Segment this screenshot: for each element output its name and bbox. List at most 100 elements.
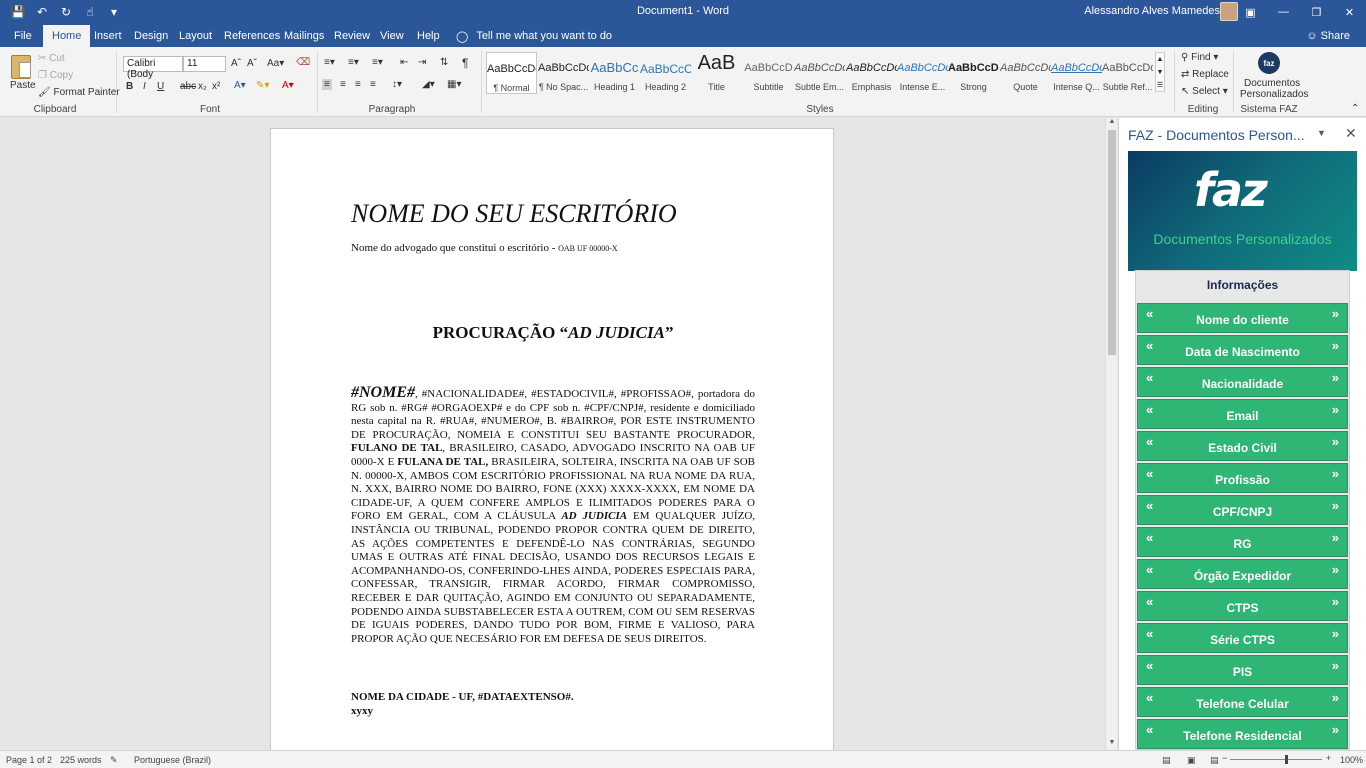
lawyer-line[interactable]: Nome do advogado que constitui o escritó…	[351, 242, 618, 254]
cut-button[interactable]: ✂ Cut	[38, 53, 65, 64]
field-data-de-nascimento[interactable]: «Data de Nascimento»	[1137, 335, 1348, 365]
styles-scroll[interactable]: ▲ ▼ ☰	[1155, 52, 1165, 92]
decrease-indent-icon[interactable]: ⇤	[400, 57, 408, 68]
web-layout-icon[interactable]: ▤	[1210, 755, 1219, 766]
grow-font-icon[interactable]: Aˆ	[231, 58, 241, 69]
tab-design[interactable]: Design	[134, 27, 168, 45]
tab-layout[interactable]: Layout	[179, 27, 212, 45]
style-title[interactable]: AaB Title	[691, 52, 742, 94]
page-count[interactable]: Page 1 of 2	[6, 755, 52, 765]
documentos-button[interactable]: Documentos	[1244, 78, 1300, 89]
style-intense-emphasis[interactable]: AaBbCcDc Intense E...	[897, 52, 948, 94]
share-button[interactable]: ☺ Share	[1306, 30, 1350, 42]
language[interactable]: Portuguese (Brazil)	[134, 755, 211, 765]
field-nome-do-cliente[interactable]: «Nome do cliente»	[1137, 303, 1348, 333]
sort-icon[interactable]: ⇅	[440, 57, 448, 68]
paste-icon[interactable]	[11, 55, 31, 79]
city-date-line[interactable]: NOME DA CIDADE - UF, #DATAEXTENSO#.	[351, 691, 574, 703]
align-right-icon[interactable]: ≡	[355, 79, 361, 90]
zoom-level[interactable]: 100%	[1340, 755, 1363, 765]
tab-help[interactable]: Help	[417, 27, 440, 45]
style-subtle-reference[interactable]: AaBbCcDc Subtle Ref...	[1102, 52, 1153, 94]
scroll-up-icon[interactable]: ▲	[1106, 118, 1118, 128]
tab-insert[interactable]: Insert	[94, 27, 122, 45]
word-count[interactable]: 225 words	[60, 755, 102, 765]
scroll-thumb[interactable]	[1108, 130, 1116, 355]
align-left-icon[interactable]: ≡	[322, 79, 332, 90]
scroll-down-icon[interactable]: ▼	[1106, 739, 1118, 749]
find-button[interactable]: ⚲ Find ▾	[1181, 52, 1218, 63]
clear-formatting-icon[interactable]: ⌫	[296, 57, 310, 68]
field-serie-ctps[interactable]: «Série CTPS»	[1137, 623, 1348, 653]
collapse-ribbon-icon[interactable]: ⌃	[1351, 103, 1359, 114]
field-rg[interactable]: «RG»	[1137, 527, 1348, 557]
format-painter-button[interactable]: 🖌 Format Painter	[38, 87, 120, 98]
document-page[interactable]: NOME DO SEU ESCRITÓRIO Nome do advogado …	[270, 128, 834, 750]
font-name-box[interactable]: Calibri (Body	[123, 56, 183, 80]
style-strong[interactable]: AaBbCcDc Strong	[948, 52, 999, 94]
pilcrow-icon[interactable]: ¶	[462, 56, 468, 70]
zoom-slider[interactable]	[1230, 759, 1322, 760]
style-subtle-emphasis[interactable]: AaBbCcDc Subtle Em...	[794, 52, 845, 94]
procuracao-title[interactable]: PROCURAÇÃO “AD JUDICIA”	[271, 323, 835, 343]
bullets-icon[interactable]: ≡▾	[324, 57, 335, 68]
vertical-scrollbar[interactable]: ▲ ▼	[1105, 118, 1117, 750]
field-telefone-celular[interactable]: «Telefone Celular»	[1137, 687, 1348, 717]
tab-view[interactable]: View	[380, 27, 404, 45]
procuracao-body[interactable]: #NOME#, #NACIONALIDADE#, #ESTADOCIVIL#, …	[351, 385, 755, 646]
field-profissao[interactable]: «Profissão»	[1137, 463, 1348, 493]
proofing-icon[interactable]: ✎	[110, 755, 118, 766]
office-name[interactable]: NOME DO SEU ESCRITÓRIO	[351, 199, 677, 229]
align-center-icon[interactable]: ≡	[340, 79, 346, 90]
copy-button[interactable]: ❐ Copy	[38, 70, 73, 81]
style-quote[interactable]: AaBbCcDc Quote	[1000, 52, 1051, 94]
font-size-box[interactable]: 11	[183, 56, 226, 72]
style-heading-2[interactable]: AaBbCcC Heading 2	[640, 52, 691, 94]
field-telefone-residencial[interactable]: «Telefone Residencial»	[1137, 719, 1348, 749]
style-no-spacing[interactable]: AaBbCcDc ¶ No Spac...	[538, 52, 589, 94]
underline-icon[interactable]: U	[157, 81, 164, 92]
text-effects-icon[interactable]: A▾	[234, 80, 246, 91]
field-email[interactable]: «Email»	[1137, 399, 1348, 429]
field-pis[interactable]: «PIS»	[1137, 655, 1348, 685]
zoom-slider-thumb[interactable]	[1285, 755, 1288, 764]
subscript-icon[interactable]: x₂	[198, 81, 207, 92]
tell-me-box[interactable]: ◯ Tell me what you want to do	[456, 30, 612, 43]
tab-file[interactable]: File	[14, 27, 32, 45]
strikethrough-icon[interactable]: abc	[180, 81, 196, 92]
close-icon[interactable]: ✕	[1333, 0, 1366, 24]
superscript-icon[interactable]: x²	[212, 81, 220, 92]
restore-icon[interactable]: ❐	[1300, 0, 1333, 24]
line-spacing-icon[interactable]: ↕▾	[392, 79, 402, 90]
print-layout-icon[interactable]: ▣	[1187, 755, 1196, 766]
italic-icon[interactable]: I	[143, 81, 146, 92]
increase-indent-icon[interactable]: ⇥	[418, 57, 426, 68]
replace-button[interactable]: ⇄ Replace	[1181, 69, 1229, 80]
field-ctps[interactable]: «CTPS»	[1137, 591, 1348, 621]
borders-icon[interactable]: ▦▾	[447, 79, 461, 90]
ribbon-display-icon[interactable]: ▣	[1234, 0, 1267, 24]
tab-mailings[interactable]: Mailings	[284, 27, 324, 45]
style-emphasis[interactable]: AaBbCcDc Emphasis	[846, 52, 897, 94]
font-color-icon[interactable]: A▾	[282, 80, 294, 91]
field-nacionalidade[interactable]: «Nacionalidade»	[1137, 367, 1348, 397]
paste-button[interactable]: Paste	[10, 80, 36, 91]
personalizados-label[interactable]: Personalizados	[1240, 89, 1308, 100]
style-heading-1[interactable]: AaBbCc Heading 1	[589, 52, 640, 94]
field-cpf-cnpj[interactable]: «CPF/CNPJ»	[1137, 495, 1348, 525]
change-case-icon[interactable]: Aa▾	[267, 58, 284, 69]
justify-icon[interactable]: ≡	[370, 79, 376, 90]
zoom-in-icon[interactable]: +	[1326, 753, 1331, 763]
style-subtitle[interactable]: AaBbCcD Subtitle	[743, 52, 794, 94]
shrink-font-icon[interactable]: Aˇ	[247, 58, 257, 69]
tab-home[interactable]: Home	[43, 25, 91, 47]
faz-logo-icon[interactable]: faz	[1258, 52, 1280, 74]
signature-placeholder[interactable]: xyxy	[351, 705, 373, 717]
zoom-out-icon[interactable]: −	[1222, 753, 1227, 763]
style-intense-quote[interactable]: AaBbCcDc Intense Q...	[1051, 52, 1102, 94]
pane-options-icon[interactable]: ▼	[1317, 128, 1326, 138]
numbering-icon[interactable]: ≡▾	[348, 57, 359, 68]
select-button[interactable]: ↖ Select ▾	[1181, 86, 1228, 97]
highlight-icon[interactable]: ✎▾	[256, 80, 269, 91]
multilevel-list-icon[interactable]: ≡▾	[372, 57, 383, 68]
